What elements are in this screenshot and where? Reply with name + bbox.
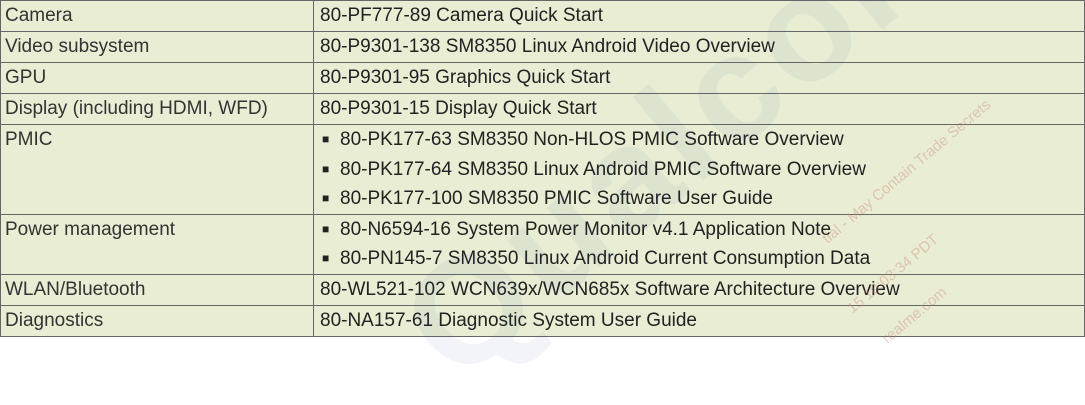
bullet-icon: ■ xyxy=(322,161,330,176)
table-row: Video subsystem 80-P9301-138 SM8350 Linux… xyxy=(0,31,1085,63)
document-cell: ■ 80-PK177-63 SM8350 Non-HLOS PMIC Softwa… xyxy=(313,124,1085,215)
document-title: 80-NA157-61 Diagnostic System User Guide xyxy=(320,309,698,331)
document-list-item: ■ 80-PK177-63 SM8350 Non-HLOS PMIC Softwa… xyxy=(320,125,1084,154)
document-title: 80-N6594-16 System Power Monitor v4.1 Ap… xyxy=(340,218,832,240)
reference-documents-table: Camera 80-PF777-89 Camera Quick Start Vide… xyxy=(0,0,1085,337)
topic-cell: Diagnostics xyxy=(0,304,314,337)
document-list-item: ■ 80-PK177-64 SM8350 Linux Android PMIC S… xyxy=(320,155,1084,185)
document-cell: 80-PF777-89 Camera Quick Start xyxy=(313,0,1085,32)
document-title: 80-WL521-102 WCN639x/WCN685x Software Ar… xyxy=(320,278,900,300)
document-list: ■ 80-PK177-63 SM8350 Non-HLOS PMIC Softwa… xyxy=(320,125,1084,213)
table-body: Camera 80-PF777-89 Camera Quick Start Vide… xyxy=(0,0,1085,337)
document-title: 80-P9301-95 Graphics Quick Start xyxy=(320,67,611,88)
topic-cell: Camera xyxy=(0,0,314,32)
document-title: 80-PN145-7 SM8350 Linux Android Current … xyxy=(340,248,871,269)
document-list-item: ■ 80-PN145-7 SM8350 Linux Android Current… xyxy=(320,244,1084,273)
document-cell: 80-P9301-138 SM8350 Linux Android Video … xyxy=(313,31,1085,63)
topic-cell: WLAN/Bluetooth xyxy=(0,273,314,306)
document-cell: 80-P9301-15 Display Quick Start xyxy=(313,93,1085,125)
table-row: Diagnostics 80-NA157-61 Diagnostic System… xyxy=(0,304,1085,337)
document-cell: 80-P9301-95 Graphics Quick Start xyxy=(313,62,1085,94)
table-row: Display (including HDMI, WFD) 80-P9301-15… xyxy=(0,93,1085,125)
document-cell: 80-WL521-102 WCN639x/WCN685x Software Ar… xyxy=(313,273,1085,306)
document-list-item: ■ 80-N6594-16 System Power Monitor v4.1 A… xyxy=(320,215,1084,244)
document-title: 80-PK177-64 SM8350 Linux Android PMIC So… xyxy=(340,158,866,180)
bullet-icon: ■ xyxy=(322,221,330,236)
document-title: 80-P9301-15 Display Quick Start xyxy=(320,98,597,119)
table-row: PMIC ■ 80-PK177-63 SM8350 Non-HLOS PMIC So… xyxy=(0,124,1085,215)
document-cell: 80-NA157-61 Diagnostic System User Guide xyxy=(313,304,1085,337)
topic-cell: Power management xyxy=(0,213,314,275)
document-title: 80-PK177-100 SM8350 PMIC Software User G… xyxy=(340,188,773,209)
table-row: GPU 80-P9301-95 Graphics Quick Start xyxy=(0,62,1085,94)
document-cell: ■ 80-N6594-16 System Power Monitor v4.1 A… xyxy=(313,213,1085,275)
document-title: 80-P9301-138 SM8350 Linux Android Video … xyxy=(320,36,775,57)
document-title: 80-PK177-63 SM8350 Non-HLOS PMIC Softwar… xyxy=(340,129,844,150)
bullet-icon: ■ xyxy=(322,251,330,265)
table-row: WLAN/Bluetooth 80-WL521-102 WCN639x/WCN68… xyxy=(0,273,1085,306)
table-row: Camera 80-PF777-89 Camera Quick Start xyxy=(0,0,1085,32)
topic-cell: PMIC xyxy=(0,124,314,215)
document-list: ■ 80-N6594-16 System Power Monitor v4.1 A… xyxy=(320,215,1084,273)
bullet-icon: ■ xyxy=(322,132,330,146)
document-title: 80-PF777-89 Camera Quick Start xyxy=(320,5,604,26)
bullet-icon: ■ xyxy=(322,191,330,205)
document-list-item: ■ 80-PK177-100 SM8350 PMIC Software User … xyxy=(320,184,1084,213)
topic-cell: Display (including HDMI, WFD) xyxy=(0,93,314,125)
table-row: Power management ■ 80-N6594-16 System Powe… xyxy=(0,213,1085,275)
topic-cell: Video subsystem xyxy=(0,31,314,63)
topic-cell: GPU xyxy=(0,62,314,94)
